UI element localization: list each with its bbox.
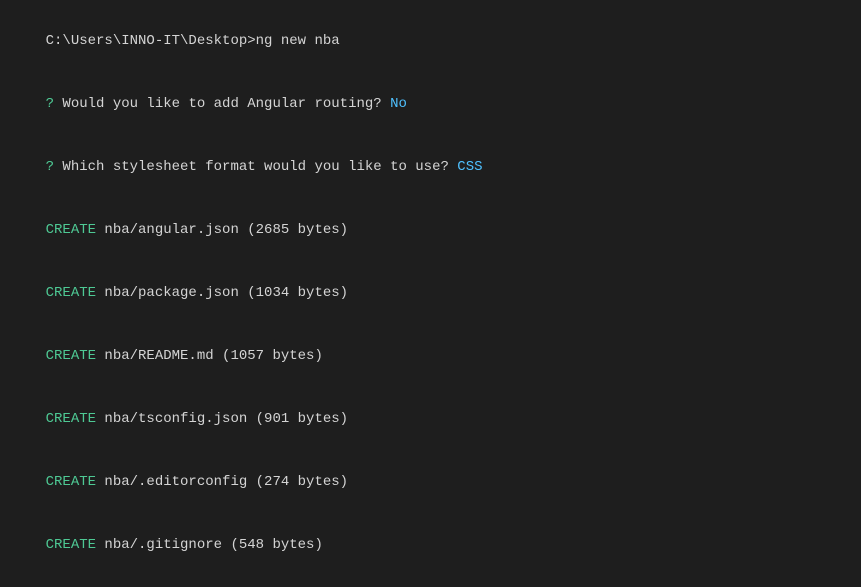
path-5: nba/.editorconfig (274 bytes) (104, 474, 348, 490)
terminal-window: C:\Users\INNO-IT\Desktop>ng new nba ? Wo… (0, 0, 861, 587)
path-3: nba/README.md (1057 bytes) (104, 348, 322, 364)
question-text-2: Which stylesheet format would you like t… (62, 159, 457, 175)
create-label-2: CREATE (46, 285, 105, 301)
create-label-6: CREATE (46, 537, 105, 553)
prompt-line: C:\Users\INNO-IT\Desktop>ng new nba (12, 10, 849, 73)
question-mark-2: ? (46, 159, 63, 175)
create-line-5: CREATE nba/.editorconfig (274 bytes) (12, 451, 849, 514)
create-label-1: CREATE (46, 222, 105, 238)
question-text-1: Would you like to add Angular routing? (62, 96, 390, 112)
create-line-1: CREATE nba/angular.json (2685 bytes) (12, 199, 849, 262)
question-stylesheet: ? Which stylesheet format would you like… (12, 136, 849, 199)
create-line-6: CREATE nba/.gitignore (548 bytes) (12, 514, 849, 577)
path-1: nba/angular.json (2685 bytes) (104, 222, 348, 238)
question-routing: ? Would you like to add Angular routing?… (12, 73, 849, 136)
prompt-cmd: ng new nba (256, 33, 340, 49)
create-line-7: CREATE nba/tsconfig.app.json (263 bytes) (12, 577, 849, 587)
path-6: nba/.gitignore (548 bytes) (104, 537, 322, 553)
path-2: nba/package.json (1034 bytes) (104, 285, 348, 301)
create-label-5: CREATE (46, 474, 105, 490)
path-4: nba/tsconfig.json (901 bytes) (104, 411, 348, 427)
create-line-3: CREATE nba/README.md (1057 bytes) (12, 325, 849, 388)
create-label-3: CREATE (46, 348, 105, 364)
answer-no: No (390, 96, 407, 112)
create-line-4: CREATE nba/tsconfig.json (901 bytes) (12, 388, 849, 451)
answer-css: CSS (457, 159, 482, 175)
prompt-path: C:\Users\INNO-IT\Desktop> (46, 33, 256, 49)
create-label-4: CREATE (46, 411, 105, 427)
question-mark-1: ? (46, 96, 63, 112)
create-line-2: CREATE nba/package.json (1034 bytes) (12, 262, 849, 325)
